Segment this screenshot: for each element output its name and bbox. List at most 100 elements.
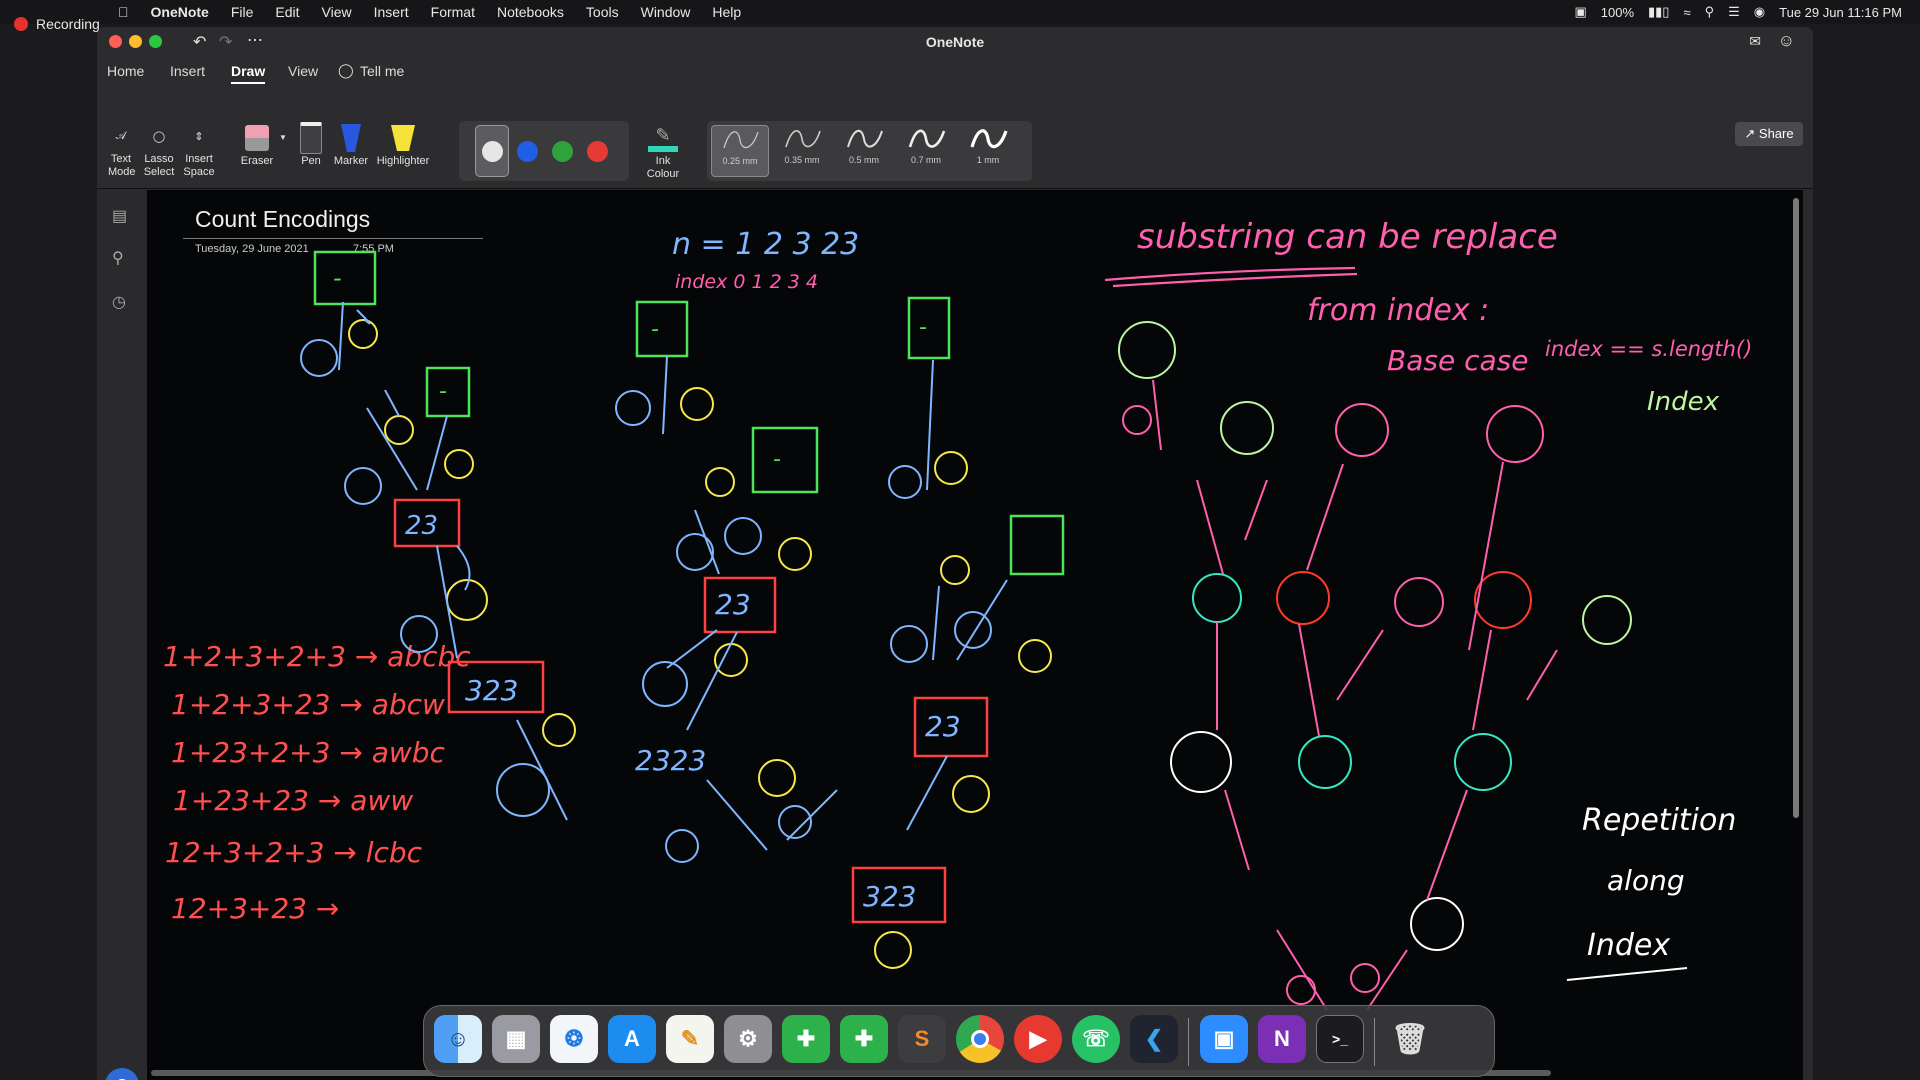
ink-right-node-5b <box>1335 403 1389 457</box>
ink-colour-label: Ink Colour <box>646 155 680 180</box>
wifi-icon[interactable]: ≈ <box>1683 5 1690 20</box>
dock-launchpad[interactable]: ▦ <box>492 1015 540 1063</box>
ink-right-node-3-teal-b <box>1298 735 1352 789</box>
dock-whatsapp[interactable]: ☏ <box>1072 1015 1120 1063</box>
menu-edit[interactable]: Edit <box>264 4 310 20</box>
play-icon: ▶ <box>1029 1026 1047 1051</box>
eraser-dropdown-chevron-icon[interactable]: ▼ <box>279 133 287 142</box>
menu-format[interactable]: Format <box>420 4 486 20</box>
menu-file[interactable]: File <box>220 4 265 20</box>
dock-zoom[interactable]: ▣ <box>1200 1015 1248 1063</box>
tab-view[interactable]: View <box>288 63 318 79</box>
dock-app-store[interactable]: A <box>608 1015 656 1063</box>
dock-numbers-1[interactable]: ✚ <box>782 1015 830 1063</box>
menu-help[interactable]: Help <box>701 4 752 20</box>
dock-notes[interactable]: ✎ <box>666 1015 714 1063</box>
macos-dock: ☺ ▦ ❂ A ✎ ⚙ ✚ ✚ S ▶ ☏ ❮ ▣ N >_ 🗑 <box>423 1005 1495 1077</box>
chrome-center-icon <box>971 1030 989 1048</box>
menu-notebooks[interactable]: Notebooks <box>486 4 575 20</box>
menu-tools[interactable]: Tools <box>575 4 630 20</box>
vscode-icon: ❮ <box>1144 1026 1164 1051</box>
green-color-swatch[interactable] <box>552 141 573 162</box>
dock-player[interactable]: ▶ <box>1014 1015 1062 1063</box>
highlighter-button[interactable]: Highlighter <box>372 121 434 168</box>
thin-stroke-icon <box>723 131 759 149</box>
thickness-05[interactable]: 0.5 mm <box>835 125 893 177</box>
dock-onenote[interactable]: N <box>1258 1015 1306 1063</box>
notebooks-icon[interactable]: ▤ <box>112 206 132 226</box>
dock-terminal[interactable]: >_ <box>1316 1015 1364 1063</box>
dock-chrome[interactable] <box>956 1015 1004 1063</box>
draw-ribbon: 𝒜 Text Mode ◯ Lasso Select ⇕ Insert Spac… <box>97 85 1813 189</box>
dock-safari[interactable]: ❂ <box>550 1015 598 1063</box>
ink-right-node-3 <box>1122 405 1152 435</box>
ink-encoding-1: 1+2+3+2+3 → abcbc <box>163 640 471 673</box>
lightbulb-icon[interactable]: ◯ <box>338 62 354 79</box>
thickness-07[interactable]: 0.7 mm <box>897 125 955 177</box>
pen-button[interactable]: Pen <box>293 121 329 168</box>
tell-me-search[interactable]: Tell me <box>360 63 404 79</box>
ink-tree1-node-2 <box>344 467 382 505</box>
ink-tree2-node-1c <box>778 537 812 571</box>
ink-encoding-2: 1+2+3+23 → abcw <box>171 688 445 721</box>
avatar[interactable]: S <box>105 1068 139 1080</box>
menu-clock[interactable]: Tue 29 Jun 11:16 PM <box>1779 5 1902 20</box>
menu-view[interactable]: View <box>311 4 363 20</box>
note-canvas[interactable]: Count Encodings Tuesday, 29 June 2021 7:… <box>147 190 1803 1080</box>
insert-space-button[interactable]: ⇕ Insert Space <box>181 119 217 179</box>
ink-right-node-5a <box>1220 401 1274 455</box>
ink-tree1-root-box <box>313 250 377 306</box>
ink-tree2-node-23 <box>724 517 762 555</box>
share-button[interactable]: ↗ Share <box>1735 122 1803 146</box>
dock-system-preferences[interactable]: ⚙ <box>724 1015 772 1063</box>
recent-clock-icon[interactable]: ◷ <box>112 292 132 312</box>
battery-icon[interactable]: ▮▮▯ <box>1648 4 1669 20</box>
ink-right-node-2-white-b <box>1410 897 1464 951</box>
tab-insert[interactable]: Insert <box>170 63 205 79</box>
dock-sublime-text[interactable]: S <box>898 1015 946 1063</box>
text-mode-button[interactable]: 𝒜 Text Mode <box>103 119 139 179</box>
feedback-smiley-icon[interactable]: ☺ <box>1778 31 1795 51</box>
dock-trash[interactable]: 🗑 <box>1386 1015 1434 1063</box>
blue-color-swatch[interactable] <box>517 141 538 162</box>
thickness-025[interactable]: 0.25 mm <box>711 125 769 177</box>
screen-share-icon[interactable]: ▣ <box>1574 4 1586 20</box>
marker-button[interactable]: Marker <box>331 121 371 168</box>
ink-tree3-node-1 <box>934 451 968 485</box>
ink-right-node-1 <box>1286 975 1316 1005</box>
ink-tree1-box-23-label: 23 <box>405 511 438 541</box>
macos-menu-bar:  OneNote File Edit View Insert Format N… <box>0 0 1920 24</box>
search-icon[interactable]: ⚲ <box>112 248 132 268</box>
recording-indicator[interactable]: Recording <box>14 16 100 32</box>
tab-draw[interactable]: Draw <box>231 63 266 84</box>
ink-right-node-5d <box>1394 577 1444 627</box>
notifications-bell-icon[interactable]: ✉ <box>1749 33 1761 50</box>
insert-space-icon: ⇕ <box>194 130 204 143</box>
ink-tree2-root-box <box>635 300 689 358</box>
dock-finder[interactable]: ☺ <box>434 1015 482 1063</box>
highlighter-label: Highlighter <box>376 155 430 167</box>
menu-insert[interactable]: Insert <box>363 4 420 20</box>
control-center-icon[interactable]: ☰ <box>1728 4 1740 20</box>
menu-app-name[interactable]: OneNote <box>140 4 220 20</box>
ink-tree1-box-2-label: - <box>439 379 447 404</box>
ink-tree3-edges <box>906 359 1008 831</box>
tab-home[interactable]: Home <box>107 63 144 79</box>
dock-numbers-2[interactable]: ✚ <box>840 1015 888 1063</box>
white-color-swatch[interactable] <box>482 141 503 162</box>
eraser-button[interactable]: Eraser <box>235 121 279 168</box>
siri-icon[interactable]: ◉ <box>1754 4 1765 20</box>
text-mode-label: Text Mode <box>108 153 136 178</box>
ink-tree2-node-1b <box>705 467 735 497</box>
ink-tree1-edges-2 <box>366 389 448 491</box>
ink-colour-button[interactable]: ✎ Ink Colour <box>635 121 691 181</box>
dock-vscode[interactable]: ❮ <box>1130 1015 1178 1063</box>
thickness-1[interactable]: 1 mm <box>959 125 1017 177</box>
vertical-scrollbar[interactable] <box>1793 198 1799 818</box>
ink-layer[interactable]: n = 1 2 3 23 index 0 1 2 3 4 substring c… <box>147 190 1803 1080</box>
red-color-swatch[interactable] <box>587 141 608 162</box>
spotlight-search-icon[interactable]: ⚲ <box>1705 4 1715 20</box>
thickness-035[interactable]: 0.35 mm <box>773 125 831 177</box>
lasso-select-button[interactable]: ◯ Lasso Select <box>141 119 177 179</box>
menu-window[interactable]: Window <box>630 4 702 20</box>
